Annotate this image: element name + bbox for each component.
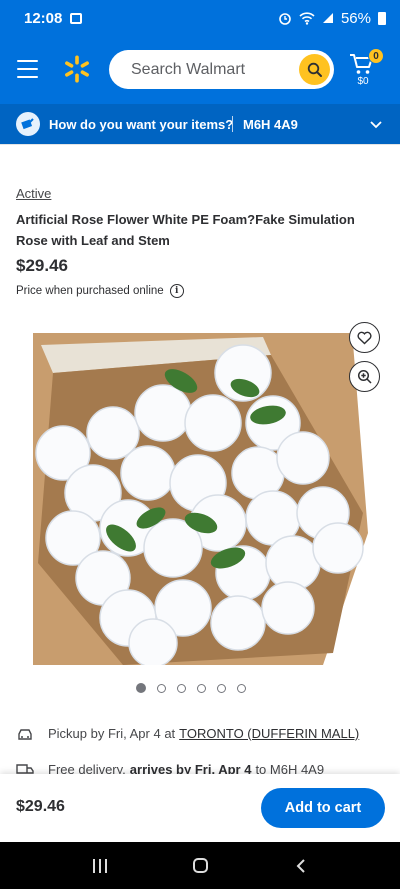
cart-button[interactable]: 0 $0	[348, 48, 384, 90]
cart-total: $0	[357, 76, 369, 87]
signal-icon	[322, 13, 333, 23]
alarm-icon	[279, 13, 291, 25]
search-input[interactable]	[131, 60, 291, 79]
fulfillment-selector[interactable]: How do you want your items? M6H 4A9	[0, 104, 400, 144]
carousel-dot[interactable]	[177, 683, 186, 693]
info-icon[interactable]: i	[169, 284, 184, 298]
image-carousel-dots	[136, 683, 246, 693]
delivery-divider	[232, 116, 233, 132]
header: 0 $0	[0, 36, 400, 104]
cart-count-badge: 0	[368, 48, 384, 64]
product-status-link[interactable]: Active	[16, 186, 51, 201]
battery-icon	[378, 11, 386, 25]
search-icon	[307, 62, 322, 77]
chevron-down-icon	[370, 121, 382, 129]
price-note: Price when purchased online i	[16, 284, 184, 298]
carousel-dot[interactable]	[157, 683, 166, 693]
car-icon	[18, 728, 32, 740]
back-button[interactable]	[295, 858, 307, 874]
walmart-spark-logo[interactable]	[62, 54, 92, 84]
menu-icon[interactable]	[17, 60, 38, 78]
carousel-dot[interactable]	[136, 683, 146, 693]
system-navigation-bar	[0, 842, 400, 889]
carousel-dot[interactable]	[217, 683, 226, 693]
fulfillment-question: How do you want your items?	[49, 117, 234, 132]
postal-code: M6H 4A9	[243, 117, 298, 132]
battery-percent: 56%	[340, 9, 371, 27]
search-button[interactable]	[299, 54, 330, 85]
heart-icon	[357, 331, 372, 344]
status-bar: 12:08 56%	[0, 0, 400, 36]
delivery-options-icon	[16, 112, 40, 136]
zoom-in-icon	[357, 369, 372, 384]
store-link[interactable]: TORONTO (DUFFERIN MALL)	[179, 726, 359, 741]
status-time: 12:08	[24, 9, 63, 27]
cart-bar-price: $29.46	[16, 798, 65, 815]
carousel-dot[interactable]	[197, 683, 206, 693]
home-button[interactable]	[193, 858, 209, 873]
product-image[interactable]	[33, 333, 368, 665]
pickup-text: Pickup by Fri, Apr 4 at	[48, 726, 176, 741]
add-to-cart-button[interactable]: Add to cart	[261, 788, 385, 828]
search-box[interactable]	[109, 50, 334, 89]
product-title: Artificial Rose Flower White PE Foam?Fak…	[16, 212, 355, 248]
recent-apps-button[interactable]	[93, 858, 108, 873]
gallery-notification-icon	[70, 12, 83, 24]
product-price: $29.46	[16, 256, 68, 275]
zoom-button[interactable]	[349, 361, 380, 392]
add-to-cart-bar: $29.46 Add to cart	[0, 774, 400, 842]
status-indicators: 56%	[278, 10, 386, 27]
price-note-text: Price when purchased online	[16, 285, 164, 297]
favorite-button[interactable]	[349, 322, 380, 353]
wifi-icon	[299, 11, 315, 25]
pickup-option: Pickup by Fri, Apr 4 at TORONTO (DUFFERI…	[16, 726, 359, 741]
carousel-dot[interactable]	[237, 683, 246, 693]
divider	[0, 144, 400, 145]
